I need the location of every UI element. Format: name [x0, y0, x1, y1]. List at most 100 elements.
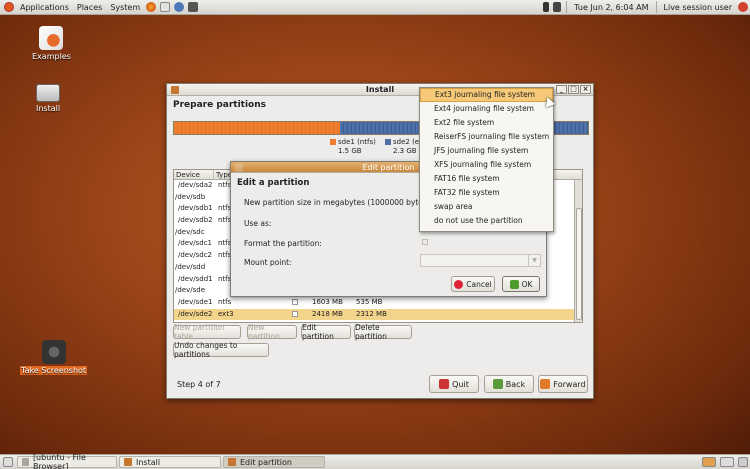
- new-partition-button[interactable]: New partition: [247, 323, 297, 341]
- scrollbar-thumb[interactable]: [576, 208, 582, 320]
- menu-option[interactable]: do not use the partition: [420, 214, 553, 228]
- cell-device: /dev/sde1: [178, 297, 213, 306]
- close-button[interactable]: ×: [580, 85, 591, 94]
- cell-format: [288, 297, 308, 309]
- delete-partition-button[interactable]: Delete partition: [354, 323, 412, 341]
- quit-label: Quit: [452, 379, 469, 389]
- mount-point-combo[interactable]: ▼: [420, 254, 541, 267]
- folder-icon: [22, 458, 29, 466]
- mount-point-label: Mount point:: [244, 258, 292, 267]
- cell-type: ntfs: [218, 297, 232, 306]
- dialog-heading: Edit a partition: [237, 178, 310, 188]
- back-arrow-icon: [492, 379, 503, 389]
- menu-applications[interactable]: Applications: [16, 0, 73, 15]
- taskbar-item-edit-partition[interactable]: Edit partition: [223, 456, 325, 468]
- installer-icon: [124, 458, 132, 466]
- minimize-button[interactable]: _: [556, 85, 567, 94]
- taskbar-label: Install: [136, 457, 161, 467]
- desktop-icon-examples[interactable]: Examples: [32, 26, 71, 61]
- menu-system[interactable]: System: [106, 0, 144, 15]
- edit-partition-button[interactable]: Edit partition: [301, 323, 351, 341]
- legend-swatch: [330, 139, 336, 145]
- show-desktop-icon[interactable]: [3, 457, 13, 467]
- workspace-2[interactable]: [720, 457, 734, 467]
- mail-icon[interactable]: [160, 2, 171, 12]
- forward-button[interactable]: Forward: [538, 375, 588, 393]
- taskbar-item-file-browser[interactable]: [ubuntu - File Browser]: [17, 453, 117, 469]
- cancel-button[interactable]: Cancel: [451, 276, 495, 292]
- cancel-icon: [454, 279, 464, 289]
- quit-icon: [439, 379, 450, 389]
- volume-icon[interactable]: [553, 2, 562, 12]
- menu-option[interactable]: FAT32 file system: [420, 186, 553, 200]
- clock[interactable]: Tue Jun 2, 6:04 AM: [570, 0, 652, 15]
- camera-icon: [41, 340, 66, 364]
- cancel-label: Cancel: [466, 279, 492, 289]
- table-row[interactable]: /dev/sde1 ntfs 1603 MB 535 MB: [174, 297, 582, 309]
- screenshot-launcher-icon[interactable]: [188, 2, 199, 12]
- help-icon[interactable]: [174, 2, 185, 12]
- cell-format: [288, 309, 308, 321]
- ubuntu-logo-icon: [4, 2, 14, 12]
- column-header-device[interactable]: Device: [174, 170, 214, 179]
- menu-option[interactable]: Ext2 file system: [420, 116, 553, 130]
- installer-icon: [171, 86, 179, 94]
- legend-size: 2.3 GB: [393, 147, 417, 155]
- taskbar-label: [ubuntu - File Browser]: [32, 453, 86, 469]
- user-menu[interactable]: Live session user: [660, 0, 736, 15]
- menu-option[interactable]: FAT16 file system: [420, 172, 553, 186]
- install-icon: [36, 84, 61, 102]
- maximize-button[interactable]: □: [568, 85, 579, 94]
- cell-size: 2418 MB: [312, 309, 343, 318]
- table-row[interactable]: /dev/sde2 ext3 2418 MB 2312 MB: [174, 308, 582, 321]
- format-checkbox[interactable]: [292, 298, 298, 305]
- desktop-icon-take-screenshot[interactable]: Take Screenshot: [20, 340, 88, 375]
- back-button[interactable]: Back: [484, 375, 534, 393]
- ok-label: OK: [521, 279, 533, 289]
- cell-device: /dev/sde2: [178, 309, 213, 318]
- cell-device: /dev/sdd: [175, 262, 206, 271]
- ok-button[interactable]: OK: [502, 276, 540, 292]
- menu-option[interactable]: Ext3 journaling file system: [420, 88, 553, 102]
- format-checkbox[interactable]: [292, 310, 298, 317]
- page-title: Prepare partitions: [173, 100, 267, 110]
- desktop-icon-label: Install: [36, 104, 61, 113]
- panel-divider: [566, 1, 568, 13]
- step-indicator: Step 4 of 7: [177, 380, 221, 389]
- cell-type: ext3: [218, 309, 234, 318]
- firefox-icon[interactable]: [146, 2, 157, 12]
- desktop-icon-label: Examples: [32, 52, 71, 61]
- power-icon[interactable]: [738, 2, 748, 12]
- table-scrollbar[interactable]: [574, 180, 582, 322]
- cell-size: 1603 MB: [312, 297, 343, 306]
- taskbar-item-install[interactable]: Install: [119, 456, 221, 468]
- use-as-dropdown-menu: Ext3 journaling file system Ext4 journali…: [419, 87, 554, 232]
- legend-sde2: sde2 (e 2.3 GB: [385, 138, 419, 156]
- desktop-icon-install[interactable]: Install: [36, 80, 60, 113]
- legend-name: sde1 (ntfs): [338, 138, 376, 146]
- installer-icon: [235, 164, 243, 172]
- undo-changes-button[interactable]: Undo changes to partitions: [173, 341, 269, 359]
- menu-option[interactable]: XFS journaling file system: [420, 158, 553, 172]
- menu-option[interactable]: swap area: [420, 200, 553, 214]
- cell-device: /dev/sdc: [175, 227, 205, 236]
- cell-device: /dev/sda2: [178, 181, 213, 189]
- cell-device: /dev/sde: [175, 286, 206, 295]
- menu-option[interactable]: JFS journaling file system: [420, 144, 553, 158]
- format-label: Format the partition:: [244, 239, 322, 248]
- examples-icon: [39, 26, 64, 50]
- cell-device: /dev/sdd1: [178, 274, 213, 283]
- cell-used: 2312 MB: [356, 309, 387, 318]
- network-icon[interactable]: [543, 2, 550, 12]
- format-checkbox[interactable]: [422, 239, 428, 245]
- workspace-1[interactable]: [702, 457, 716, 467]
- trash-icon[interactable]: [738, 457, 748, 467]
- top-panel: Applications Places System Tue Jun 2, 6:…: [0, 0, 750, 15]
- new-partition-table-button[interactable]: New partition table: [173, 323, 241, 341]
- menu-option[interactable]: Ext4 journaling file system: [420, 102, 553, 116]
- menu-places[interactable]: Places: [73, 0, 106, 15]
- cell-device: /dev/sdc1: [178, 239, 213, 248]
- cell-device: /dev/sdc2: [178, 251, 213, 260]
- menu-option[interactable]: ReiserFS journaling file system: [420, 130, 553, 144]
- quit-button[interactable]: Quit: [429, 375, 479, 393]
